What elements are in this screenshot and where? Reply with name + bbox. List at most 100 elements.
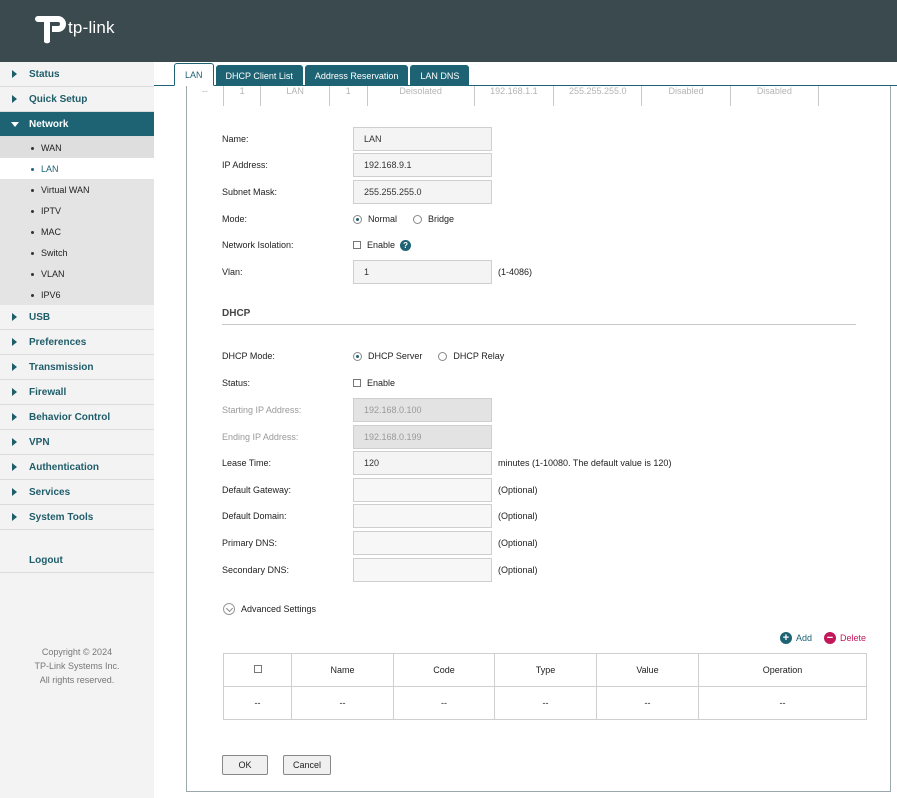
default-domain-label: Default Domain: [222, 511, 287, 521]
add-button[interactable]: + Add [780, 632, 812, 644]
default-gateway-field[interactable] [353, 478, 492, 502]
optional-hint: (Optional) [498, 538, 538, 548]
starting-ip-field[interactable]: 192.168.0.100 [353, 398, 492, 422]
radio-selected-icon [353, 214, 362, 224]
caret-right-icon [12, 513, 17, 521]
dhcp-status-label: Status: [222, 378, 251, 388]
tab-lan-dns[interactable]: LAN DNS [410, 65, 470, 86]
sidebar-subitem-wan[interactable]: WAN [0, 137, 154, 158]
logout-link[interactable]: Logout [0, 548, 154, 573]
primary-dns-row: Primary DNS: (Optional) [222, 531, 538, 555]
sidebar-subitem-switch[interactable]: Switch [0, 242, 154, 263]
name-field[interactable]: LAN [353, 127, 492, 151]
radio-empty-icon [413, 214, 423, 224]
sidebar-item-usb[interactable]: USB [0, 305, 154, 330]
sidebar-subitem-iptv[interactable]: IPTV [0, 200, 154, 221]
subnet-mask-label: Subnet Mask: [222, 187, 278, 197]
table-cell: -- [698, 686, 867, 720]
ip-address-label: IP Address: [222, 160, 268, 170]
tab-lan[interactable]: LAN [174, 63, 214, 86]
table-cell: Disabled [731, 86, 819, 106]
help-icon[interactable]: ? [400, 239, 412, 251]
ending-ip-field[interactable]: 192.168.0.199 [353, 425, 492, 449]
ip-address-row: IP Address: 192.168.9.1 [222, 153, 492, 177]
default-domain-field[interactable] [353, 504, 492, 528]
mode-bridge-radio[interactable]: Bridge [413, 214, 454, 224]
sidebar-item-vpn[interactable]: VPN [0, 430, 154, 455]
table-cell: 1 [330, 86, 368, 106]
isolation-enable-checkbox[interactable]: Enable [353, 240, 395, 250]
table-cell: 192.168.1.1 [475, 86, 555, 106]
tab-dhcp-client-list[interactable]: DHCP Client List [215, 65, 303, 86]
sidebar-item-system-tools[interactable]: System Tools [0, 505, 154, 530]
ending-ip-row: Ending IP Address: 192.168.0.199 [222, 425, 492, 449]
sidebar-subitem-lan[interactable]: LAN [0, 158, 154, 179]
caret-right-icon [12, 463, 17, 471]
advanced-settings-toggle[interactable]: Advanced Settings [223, 603, 316, 615]
dhcp-server-radio[interactable]: DHCP Server [353, 351, 422, 361]
table-cell: -- [596, 686, 699, 720]
sidebar-item-transmission[interactable]: Transmission [0, 355, 154, 380]
dhcp-relay-radio[interactable]: DHCP Relay [438, 351, 504, 361]
caret-right-icon [12, 313, 17, 321]
table-cell: -- [494, 686, 597, 720]
caret-right-icon [12, 363, 17, 371]
dhcp-section-title: DHCP [222, 308, 251, 319]
optional-hint: (Optional) [498, 485, 538, 495]
chevron-down-icon [223, 603, 235, 615]
ip-address-field[interactable]: 192.168.9.1 [353, 153, 492, 177]
caret-right-icon [12, 388, 17, 396]
sidebar-subitem-vlan[interactable]: VLAN [0, 263, 154, 284]
sidebar-item-status[interactable]: Status [0, 62, 154, 87]
table-cell: -- [187, 86, 224, 106]
sidebar-item-behavior-control[interactable]: Behavior Control [0, 405, 154, 430]
ok-button[interactable]: OK [222, 755, 268, 775]
select-all-header[interactable] [223, 653, 292, 687]
default-gateway-row: Default Gateway: (Optional) [222, 478, 538, 502]
radio-empty-icon [438, 351, 448, 361]
table-cell: LAN [261, 86, 330, 106]
optional-hint: (Optional) [498, 511, 538, 521]
ending-ip-label: Ending IP Address: [222, 432, 299, 442]
checkbox-icon [353, 379, 361, 387]
sidebar-item-authentication[interactable]: Authentication [0, 455, 154, 480]
primary-dns-label: Primary DNS: [222, 538, 278, 548]
sidebar-item-quick-setup[interactable]: Quick Setup [0, 87, 154, 112]
lan-table-row: -- 1 LAN 1 Deisolated 192.168.1.1 255.25… [187, 86, 819, 106]
network-isolation-label: Network Isolation: [222, 240, 294, 250]
vlan-row: Vlan: 1 (1-4086) [222, 260, 532, 284]
caret-right-icon [12, 338, 17, 346]
logo-text: tp-link [68, 18, 115, 37]
plus-icon: + [780, 632, 792, 644]
subnet-mask-field[interactable]: 255.255.255.0 [353, 180, 492, 204]
default-domain-row: Default Domain: (Optional) [222, 504, 538, 528]
table-cell: 255.255.255.0 [554, 86, 643, 106]
mode-label: Mode: [222, 214, 248, 224]
secondary-dns-field[interactable] [353, 558, 492, 582]
column-header-value: Value [596, 653, 699, 687]
sidebar-item-preferences[interactable]: Preferences [0, 330, 154, 355]
sidebar-item-services[interactable]: Services [0, 480, 154, 505]
vlan-field[interactable]: 1 [353, 260, 492, 284]
lease-time-field[interactable]: 120 [353, 451, 492, 475]
sidebar-subitem-mac[interactable]: MAC [0, 221, 154, 242]
lease-time-row: Lease Time: 120 minutes (1-10080. The de… [222, 451, 671, 475]
mode-normal-radio[interactable]: Normal [353, 214, 397, 224]
sidebar-item-firewall[interactable]: Firewall [0, 380, 154, 405]
primary-dns-field[interactable] [353, 531, 492, 555]
cancel-button[interactable]: Cancel [283, 755, 331, 775]
tab-address-reservation[interactable]: Address Reservation [304, 65, 409, 86]
copyright-text: Copyright © 2024 TP-Link Systems Inc. Al… [34, 647, 120, 685]
delete-button[interactable]: − Delete [824, 632, 866, 644]
checkbox-icon[interactable] [253, 665, 262, 673]
sidebar-item-network[interactable]: Network [0, 112, 154, 137]
caret-right-icon [12, 95, 17, 103]
caret-right-icon [12, 70, 17, 78]
dhcp-enable-checkbox[interactable]: Enable [353, 378, 395, 388]
subnet-mask-row: Subnet Mask: 255.255.255.0 [222, 180, 492, 204]
sidebar-subitem-virtual-wan[interactable]: Virtual WAN [0, 179, 154, 200]
table-cell: 1 [224, 86, 262, 106]
table-cell: Disabled [642, 86, 731, 106]
column-header-type: Type [494, 653, 597, 687]
sidebar-subitem-ipv6[interactable]: IPV6 [0, 284, 154, 305]
